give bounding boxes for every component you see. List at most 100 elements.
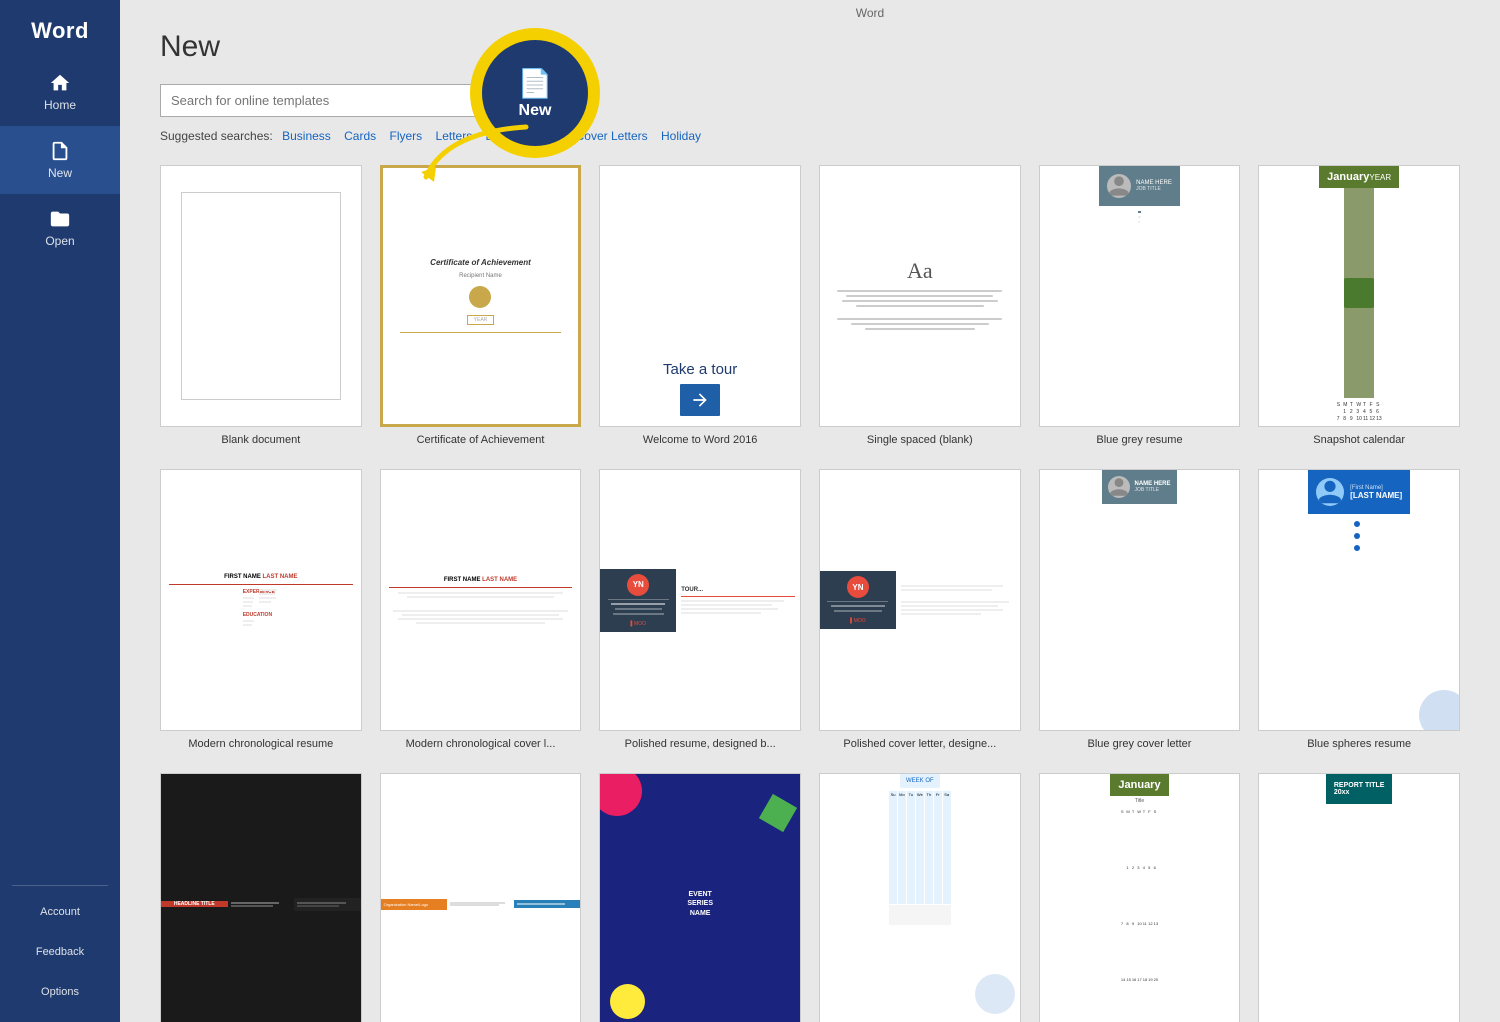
prr3 [681,608,778,610]
template-bg-cover[interactable]: NAME HERE JOB TITLE Blue grey cover lett… [1039,469,1241,751]
template-mod-resume[interactable]: FIRST NAME LAST NAME EXPERIENCE EDUCATIO… [160,469,362,751]
vivid-circle2 [610,984,645,1019]
template-banner-cal[interactable]: January Title SMTWTFS 123456 78910111213… [1039,773,1241,1022]
suggested-holiday[interactable]: Holiday [661,129,701,143]
thumb-bgresume: NAME HERE JOB TITLE [1039,165,1241,427]
bsa-mon: Mo [898,791,906,904]
suggested-searches: Suggested searches: Business Cards Flyer… [160,129,1460,143]
search-icon [513,91,529,107]
template-tour[interactable]: Take a tour Welcome to Word 2016 [599,165,801,447]
template-polished-cover[interactable]: YN ▌MOO Polished cover letter, designe.. [819,469,1021,751]
pc-avatar: YN [847,576,869,598]
open-folder-icon [49,208,71,230]
pr-right: TOUR... [676,582,800,619]
d3 [1354,545,1360,551]
word-top-label: Word [240,0,1500,20]
bsa-header: WEEK OF [900,774,940,788]
pr-avatar: YN [627,574,649,596]
day-th: T [1363,402,1369,408]
bsa-sat: Sa [943,791,951,904]
jan-img [1344,188,1374,398]
line6 [851,323,989,325]
search-button[interactable] [503,85,539,116]
bgresume-cols [1138,237,1141,277]
template-bgresume[interactable]: NAME HERE JOB TITLE [1039,165,1241,447]
template-report[interactable]: REPORT TITLE20xx Report [1258,773,1460,1022]
cert-seal [469,286,491,308]
template-jan-label: Snapshot calendar [1313,433,1405,447]
app-brand: Word [0,0,120,58]
line5 [837,318,1002,320]
prr4 [681,612,761,614]
suggested-cover-letters[interactable]: and Cover Letters [552,129,647,143]
bgresume-header: NAME HERE JOB TITLE [1099,166,1180,206]
template-polished-cover-label: Polished cover letter, designe... [843,737,996,751]
pr-rdiv [681,596,795,597]
template-edu[interactable]: Organization Name/Logo [380,773,582,1022]
edu-panel1: Organization Name/Logo [381,899,448,910]
template-blank[interactable]: Blank document [160,165,362,447]
template-certificate[interactable]: Certificate of Achievement Recipient Nam… [380,165,582,447]
pcr1 [901,585,1003,587]
thumb-bs-resume: [First Name] [LAST NAME] [1258,469,1460,731]
template-polished-resume[interactable]: YN ▌MOO TOUR... Polished resume, designe… [599,469,801,751]
tour-text: Take a tour [663,361,737,378]
d1 [1354,521,1360,527]
template-single[interactable]: Aa Single spaced (blank) [819,165,1021,447]
thumb-rest: HEADLINE TITLE [160,773,362,1022]
sidebar-item-options[interactable]: Options [0,972,120,1012]
sidebar-item-open[interactable]: Open [0,194,120,262]
thumb-blank [160,165,362,427]
suggested-cards[interactable]: Cards [344,129,376,143]
bsa-grid: Su Mo Tu We Th Fr Sa [886,788,954,1022]
sidebar-item-home[interactable]: Home [0,58,120,126]
suggested-business[interactable]: Business [282,129,331,143]
et2 [450,904,498,906]
report-body [1354,1014,1364,1022]
suggested-education[interactable]: Education [486,129,539,143]
template-bs-appt[interactable]: WEEK OF Su Mo Tu We Th Fr Sa Blue sphere… [819,773,1021,1022]
search-input[interactable] [161,86,503,115]
pc-sp [901,593,1015,599]
rest-headline: HEADLINE TITLE [174,901,215,907]
bsr-lastname: [LAST NAME] [1350,491,1402,500]
template-jan-cal[interactable]: January YEAR SMTWTFS 123456 78910111213 … [1258,165,1460,447]
thumb-cert: Certificate of Achievement Recipient Nam… [380,165,582,427]
day-s: S [1337,402,1343,408]
jan-year: YEAR [1369,173,1391,182]
prr2 [681,604,772,606]
day-t: T [1350,402,1356,408]
cert-line [400,332,562,333]
report-header: REPORT TITLE20xx [1326,774,1393,804]
bsr-nameblock: [First Name] [LAST NAME] [1350,485,1402,500]
template-mod-cover[interactable]: FIRST NAME LAST NAME Modern chronologica… [380,469,582,751]
bc-th: T [1143,809,1147,864]
suggested-flyers[interactable]: Flyers [390,129,423,143]
sidebar-item-account[interactable]: Account [0,892,120,932]
banner-sub: Title [1129,796,1150,806]
suggested-letters[interactable]: Letters [436,129,473,143]
bsr-header: [First Name] [LAST NAME] [1308,470,1410,514]
sidebar-open-label: Open [45,234,74,248]
pc-right [896,580,1020,620]
pr-div [608,599,669,600]
pc-left: YN ▌MOO [820,571,896,629]
bc-s: S [1121,809,1125,864]
edu-org: Organization Name/Logo [384,902,445,907]
bc-t: T [1132,809,1136,864]
sidebar-item-new[interactable]: New [0,126,120,194]
edu-orange: Organization Name/Logo [381,899,448,910]
template-bs-resume[interactable]: [First Name] [LAST NAME] [1258,469,1460,751]
mr2 [259,593,275,595]
edu-panel3 [514,900,581,908]
pcr3 [901,601,1009,603]
bgresume-body [1133,206,1146,426]
vivid-square [759,794,797,832]
sidebar-item-feedback[interactable]: Feedback [0,932,120,972]
template-vivid[interactable]: EVENTSERIESNAME Vivid shapes event broch… [599,773,801,1022]
pr-title: TOUR... [681,587,795,593]
template-bgresume-label: Blue grey resume [1096,433,1182,447]
template-rest[interactable]: HEADLINE TITLE [160,773,362,1022]
mod-lastname: LAST NAME [263,574,298,580]
thumb-report: REPORT TITLE20xx [1258,773,1460,1022]
